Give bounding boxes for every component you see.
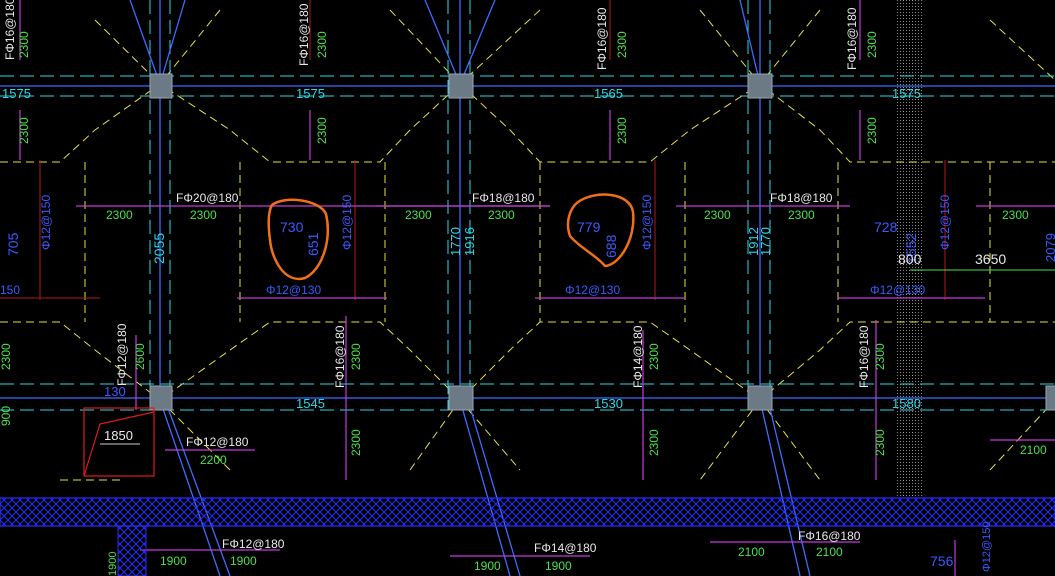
beam-label: 1530 [594,396,623,411]
annotated-value: 651 [305,232,321,256]
bar-label: Φ12@150 [640,195,654,250]
beam-label: 130 [104,384,126,399]
rebar-label: FΦ12@180 [222,537,285,551]
dim-label: 2300 [315,117,329,144]
dim-label: 2300 [190,208,217,222]
dim-label: 900 [0,406,13,426]
rebar-label: FΦ16@180 [857,325,871,388]
dim-label: 2300 [615,117,629,144]
column [149,73,173,99]
rebar-label: FΦ12@180 [115,323,129,386]
rebar-label: FΦ16@180 [297,3,311,66]
rebar-label: FΦ16@180 [595,7,609,70]
annotated-value: 779 [577,219,601,235]
annotated-value: 730 [280,219,304,235]
column [448,385,474,411]
beam-label: 1575 [296,86,325,101]
column [1045,385,1055,411]
bar-label: Φ12@130 [266,283,321,297]
dim-label: 2300 [17,117,31,144]
column [149,385,173,411]
beam-label: 1565 [594,86,623,101]
column [448,73,474,99]
rebar-label: FΦ14@180 [631,325,645,388]
dim-label: 2600 [133,343,147,370]
rebar-label: FΦ14@180 [534,541,597,555]
beam-label: 2055 [151,233,167,264]
beam-label: 1770 [448,227,463,256]
dim-label: 1900 [545,559,572,573]
value-label: 3650 [975,251,1006,267]
dim-label: 2300 [647,343,661,370]
beam-label: 1770 [758,227,773,256]
rebar-label: FΦ12@180 [186,435,249,449]
bar-label: Φ12@130 [565,283,620,297]
bar-label: Φ12@150 [981,521,993,572]
dim-label: 2300 [647,429,661,456]
dim-label: 2300 [615,31,629,58]
dim-label: 2300 [865,31,879,58]
value-label: 800 [898,251,922,267]
bar-label: Φ12@150 [938,195,952,250]
dim-label: 1900 [107,552,119,576]
dim-label: 1900 [160,554,187,568]
dim-label: 2300 [349,343,363,370]
value-label: 728 [874,219,898,235]
rebar-label: FΦ16@180 [798,529,861,543]
rebar-label: FΦ16@180 [333,325,347,388]
dim-label: 1900 [474,559,501,573]
dim-label: 2300 [1002,208,1029,222]
dim-label: 2100 [1020,443,1047,457]
annotated-value: 688 [603,234,619,258]
column [747,385,773,411]
dim-label: 2300 [0,343,13,370]
rebar-label: FΦ18@180 [770,191,833,205]
rebar-label: FΦ16@180 [845,7,859,70]
bar-label: Φ12@150 [39,195,53,250]
bar-label: Φ12@150 [340,195,354,250]
dim-label: 2300 [704,208,731,222]
dim-label: 2100 [816,545,843,559]
dim-label: 2300 [873,343,887,370]
dim-label: 2200 [200,453,227,467]
dim-label: 2300 [873,429,887,456]
beam-label: 1580 [892,396,921,411]
dim-label: 2300 [865,117,879,144]
rebar-label: FΦ18@180 [472,191,535,205]
dim-label: 1900 [230,554,257,568]
value-label: 1850 [104,428,133,443]
beam-label: 1575 [2,86,31,101]
value-label: 756 [930,553,954,569]
hatched-wall-band [0,497,1055,527]
beam-label: 2079 [1043,233,1055,262]
beam-label: 1916 [462,227,477,256]
beam-label: 1545 [296,396,325,411]
bar-label: Φ12@130 [870,283,925,297]
dim-label: 2300 [405,208,432,222]
dim-label: 2300 [788,208,815,222]
value-label: 705 [5,232,21,256]
beam-label: 1575 [892,86,921,101]
dim-label: 2300 [488,208,515,222]
dim-label: 2300 [17,31,31,58]
cad-drawing-canvas[interactable]: FΦ16@180 FΦ16@180 FΦ16@180 FΦ16@180 2300… [0,0,1055,576]
value-label: 150 [0,283,20,297]
rebar-label: FΦ16@180 [3,0,17,60]
rebar-label: FΦ20@180 [176,191,239,205]
dim-label: 2300 [315,31,329,58]
dim-label: 2300 [106,208,133,222]
hatched-pier [117,525,147,576]
dim-label: 2100 [738,545,765,559]
dim-label: 2300 [349,429,363,456]
column [747,73,773,99]
